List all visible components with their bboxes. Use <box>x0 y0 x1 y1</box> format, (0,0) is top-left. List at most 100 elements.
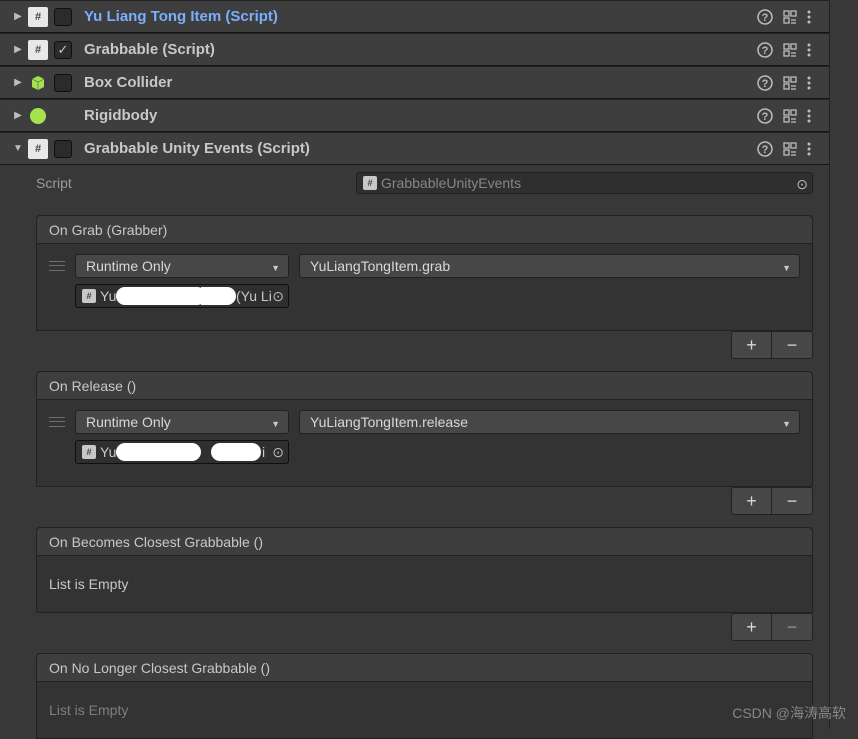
chevron-down-icon: ▼ <box>782 263 791 273</box>
event-footer: + − <box>36 331 813 359</box>
event-title: On No Longer Closest Grabbable () <box>49 660 270 676</box>
target-suffix: (Yu Li <box>236 288 272 304</box>
help-icon[interactable]: ? <box>757 9 773 25</box>
svg-text:?: ? <box>762 45 769 57</box>
help-icon[interactable]: ? <box>757 42 773 58</box>
help-icon[interactable]: ? <box>757 75 773 91</box>
function-value: YuLiangTongItem.release <box>310 414 468 430</box>
component-title: Yu Liang Tong Item (Script) <box>78 8 753 25</box>
preset-icon[interactable] <box>783 10 797 24</box>
event-title: On Becomes Closest Grabbable () <box>49 534 263 550</box>
event-header: On No Longer Closest Grabbable () <box>37 654 812 682</box>
add-listener-button[interactable]: + <box>732 488 772 514</box>
inspector-panel: ▶ # Yu Liang Tong Item (Script) ? ▶ # ✓ … <box>0 0 830 729</box>
unityevent-onbecomesclosest: On Becomes Closest Grabbable () List is … <box>36 527 813 613</box>
unityevent-onrelease: On Release () Runtime Only ▼ YuLiangTong… <box>36 371 813 487</box>
kebab-icon[interactable] <box>807 42 811 58</box>
object-picker-icon[interactable]: ⊙ <box>796 176 808 193</box>
unityevent-onnolongerclosest: On No Longer Closest Grabbable () List i… <box>36 653 813 739</box>
script-object-field[interactable]: # GrabbableUnityEvents ⊙ <box>356 172 813 194</box>
empty-list-label: List is Empty <box>37 556 812 612</box>
script-icon: # <box>82 289 96 303</box>
kebab-icon[interactable] <box>807 108 811 124</box>
enable-checkbox[interactable] <box>54 8 72 26</box>
chevron-down-icon: ▼ <box>271 263 280 273</box>
target-prefix: Yu <box>100 288 116 304</box>
chevron-down-icon: ▼ <box>782 419 791 429</box>
foldout-icon[interactable]: ▼ <box>12 143 24 155</box>
script-icon: # <box>28 40 48 60</box>
function-dropdown[interactable]: YuLiangTongItem.grab ▼ <box>299 254 800 278</box>
script-label: Script <box>36 175 356 191</box>
foldout-icon[interactable]: ▶ <box>12 110 24 122</box>
help-icon[interactable]: ? <box>757 141 773 157</box>
foldout-icon[interactable]: ▶ <box>12 11 24 23</box>
component-header-yuliangtongitem[interactable]: ▶ # Yu Liang Tong Item (Script) ? <box>0 0 829 33</box>
target-prefix: Yu <box>100 444 116 460</box>
callstate-value: Runtime Only <box>86 414 171 430</box>
preset-icon[interactable] <box>783 43 797 57</box>
script-icon: # <box>82 445 96 459</box>
target-object-field[interactable]: # Yu (Yu Li ⊙ <box>75 284 289 308</box>
component-title: Rigidbody <box>78 107 753 124</box>
svg-text:?: ? <box>762 144 769 156</box>
redaction <box>201 287 236 305</box>
component-header-rigidbody[interactable]: ▶ Rigidbody ? <box>0 99 829 132</box>
event-header: On Grab (Grabber) <box>37 216 812 244</box>
event-header: On Becomes Closest Grabbable () <box>37 528 812 556</box>
help-icon[interactable]: ? <box>757 108 773 124</box>
function-dropdown[interactable]: YuLiangTongItem.release ▼ <box>299 410 800 434</box>
script-value: GrabbableUnityEvents <box>381 175 521 191</box>
enable-checkbox[interactable] <box>54 140 72 158</box>
remove-listener-button[interactable]: − <box>772 488 812 514</box>
object-picker-icon[interactable]: ⊙ <box>272 444 284 461</box>
object-picker-icon[interactable]: ⊙ <box>272 288 284 305</box>
component-header-grabbable[interactable]: ▶ # ✓ Grabbable (Script) ? <box>0 33 829 66</box>
preset-icon[interactable] <box>783 76 797 90</box>
kebab-icon[interactable] <box>807 9 811 25</box>
drag-handle-icon[interactable] <box>49 259 65 273</box>
callstate-dropdown[interactable]: Runtime Only ▼ <box>75 410 289 434</box>
function-value: YuLiangTongItem.grab <box>310 258 450 274</box>
remove-listener-button[interactable]: − <box>772 614 812 640</box>
foldout-icon[interactable]: ▶ <box>12 77 24 89</box>
script-icon: # <box>28 7 48 27</box>
component-title: Box Collider <box>78 74 753 91</box>
event-footer: + − <box>36 613 813 641</box>
svg-text:?: ? <box>762 78 769 90</box>
redaction <box>116 443 201 461</box>
event-footer: + − <box>36 487 813 515</box>
target-suffix: i <box>262 444 265 460</box>
callstate-value: Runtime Only <box>86 258 171 274</box>
callstate-dropdown[interactable]: Runtime Only ▼ <box>75 254 289 278</box>
script-icon: # <box>363 176 377 190</box>
preset-icon[interactable] <box>783 142 797 156</box>
add-listener-button[interactable]: + <box>732 332 772 358</box>
box-collider-icon <box>28 73 48 93</box>
component-title: Grabbable Unity Events (Script) <box>78 140 753 157</box>
enable-checkbox[interactable] <box>54 74 72 92</box>
kebab-icon[interactable] <box>807 75 811 91</box>
component-body: Script # GrabbableUnityEvents ⊙ <box>0 165 829 205</box>
rigidbody-icon <box>28 106 48 126</box>
preset-icon[interactable] <box>783 109 797 123</box>
enable-checkbox[interactable]: ✓ <box>54 41 72 59</box>
script-icon: # <box>28 139 48 159</box>
event-title: On Release () <box>49 378 136 394</box>
kebab-icon[interactable] <box>807 141 811 157</box>
event-title: On Grab (Grabber) <box>49 222 167 238</box>
unityevent-ongrab: On Grab (Grabber) Runtime Only ▼ YuLiang… <box>36 215 813 331</box>
drag-handle-icon[interactable] <box>49 415 65 429</box>
chevron-down-icon: ▼ <box>271 419 280 429</box>
component-header-grabbableunityevents[interactable]: ▼ # Grabbable Unity Events (Script) ? <box>0 132 829 165</box>
remove-listener-button[interactable]: − <box>772 332 812 358</box>
svg-text:?: ? <box>762 111 769 123</box>
component-title: Grabbable (Script) <box>78 41 753 58</box>
add-listener-button[interactable]: + <box>732 614 772 640</box>
redaction <box>211 443 261 461</box>
event-header: On Release () <box>37 372 812 400</box>
target-object-field[interactable]: # Yu i ⊙ <box>75 440 289 464</box>
component-header-boxcollider[interactable]: ▶ Box Collider ? <box>0 66 829 99</box>
foldout-icon[interactable]: ▶ <box>12 44 24 56</box>
redaction <box>116 287 206 305</box>
